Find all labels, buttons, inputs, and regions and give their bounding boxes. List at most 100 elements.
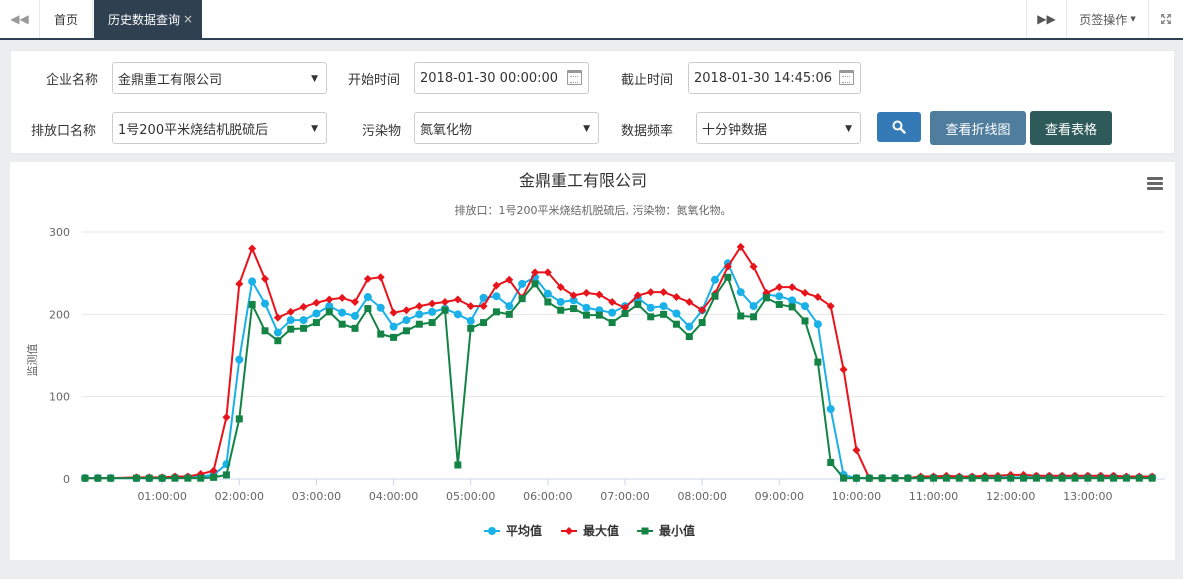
data-point xyxy=(492,292,501,301)
data-point xyxy=(570,305,578,313)
data-point xyxy=(711,292,719,300)
tab-home[interactable]: 首页 xyxy=(40,0,93,38)
data-point xyxy=(813,320,822,329)
data-point xyxy=(1020,474,1028,482)
data-point xyxy=(300,324,308,332)
x-axis-ticks: 01:00:00 02:00:00 03:00:00 04:00:00 05:00:00… xyxy=(137,479,1113,503)
close-icon[interactable]: × xyxy=(183,12,193,26)
data-point xyxy=(1148,474,1156,482)
data-point xyxy=(1084,474,1092,482)
data-point xyxy=(480,319,488,327)
data-point xyxy=(453,295,462,304)
data-point xyxy=(917,474,925,482)
data-point xyxy=(235,415,243,423)
outlet-label: 排放口名称 xyxy=(31,124,97,139)
data-point xyxy=(299,316,308,325)
data-point xyxy=(287,325,295,333)
data-point xyxy=(467,324,475,332)
data-point xyxy=(377,330,385,338)
data-point xyxy=(801,302,809,311)
data-point xyxy=(184,474,192,482)
view-line-chart-label: 查看折线图 xyxy=(945,122,1011,138)
data-point xyxy=(338,293,347,302)
data-point xyxy=(428,319,436,327)
data-point xyxy=(826,405,835,414)
x-tick-label: 10:00:00 xyxy=(832,490,881,503)
data-point xyxy=(660,310,668,318)
data-point xyxy=(1045,474,1053,482)
x-tick-label: 07:00:00 xyxy=(600,490,649,503)
scroll-tabs-right-button[interactable]: ▶▶ xyxy=(1026,0,1066,38)
data-point xyxy=(492,308,500,316)
data-point xyxy=(736,288,745,297)
data-point xyxy=(453,310,462,319)
data-point xyxy=(968,474,976,482)
calendar-icon[interactable] xyxy=(839,70,854,85)
legend-label: 平均值 xyxy=(506,523,542,538)
view-table-button[interactable]: 查看表格 xyxy=(1030,111,1112,145)
caret-down-icon: ▼ xyxy=(583,124,590,134)
pollutant-select[interactable]: 氮氧化物 ▼ xyxy=(414,112,599,144)
data-point xyxy=(981,474,989,482)
chart-subtitle: 排放口：1号200平米烧结机脱硫后, 污染物：氮氧化物。 xyxy=(455,203,732,217)
fullscreen-button[interactable] xyxy=(1148,0,1183,38)
data-point xyxy=(261,299,269,308)
data-point xyxy=(364,305,372,313)
data-point xyxy=(942,474,950,482)
double-left-icon: ◀◀ xyxy=(10,12,29,26)
data-point xyxy=(608,308,617,317)
data-point xyxy=(312,309,321,318)
data-point xyxy=(235,279,244,288)
tab-history-query[interactable]: 历史数据查询 × xyxy=(94,0,202,38)
data-point xyxy=(454,461,462,469)
legend: 平均值 最大值 最小值 xyxy=(484,523,695,538)
data-point xyxy=(672,293,681,302)
y-tick-label: 100 xyxy=(49,391,70,404)
search-button[interactable] xyxy=(877,112,921,142)
data-point xyxy=(505,302,514,311)
x-tick-label: 02:00:00 xyxy=(215,490,264,503)
end-time-input[interactable]: 2018-01-30 14:45:06 xyxy=(688,62,861,94)
data-point xyxy=(81,474,89,482)
data-point xyxy=(904,474,912,482)
data-point xyxy=(466,316,475,325)
data-point xyxy=(376,273,385,282)
data-point xyxy=(441,306,449,314)
data-point xyxy=(171,474,179,482)
x-tick-label: 12:00:00 xyxy=(986,490,1035,503)
series-最大值 xyxy=(81,242,1157,483)
company-label: 企业名称 xyxy=(46,73,99,88)
view-line-chart-button[interactable]: 查看折线图 xyxy=(930,111,1026,145)
company-select[interactable]: 金鼎重工有限公司 ▼ xyxy=(112,62,327,94)
x-tick-label: 06:00:00 xyxy=(523,490,572,503)
start-time-input[interactable]: 2018-01-30 00:00:00 xyxy=(414,62,589,94)
data-point xyxy=(351,324,359,332)
y-axis-title: 监测值 xyxy=(26,344,39,377)
y-tick-label: 0 xyxy=(63,473,70,486)
end-time-value: 2018-01-30 14:45:06 xyxy=(694,70,833,86)
caret-down-icon: ▼ xyxy=(1130,15,1136,23)
calendar-icon[interactable] xyxy=(567,70,582,85)
scroll-tabs-left-button[interactable]: ◀◀ xyxy=(0,0,40,38)
tab-home-label: 首页 xyxy=(53,12,78,27)
data-point xyxy=(338,320,346,328)
data-point xyxy=(891,474,899,482)
data-point xyxy=(1058,474,1066,482)
data-point xyxy=(788,283,797,292)
tab-operations-dropdown[interactable]: 页签操作 ▼ xyxy=(1066,0,1148,38)
frequency-select[interactable]: 十分钟数据 ▼ xyxy=(696,112,861,144)
data-point xyxy=(197,474,205,482)
data-point xyxy=(145,474,153,482)
data-point xyxy=(389,322,398,331)
outlet-select[interactable]: 1号200平米烧结机脱硫后 ▼ xyxy=(112,112,327,144)
view-table-label: 查看表格 xyxy=(1044,122,1097,138)
data-point xyxy=(621,310,629,318)
filter-panel: 企业名称 金鼎重工有限公司 ▼ 开始时间 2018-01-30 00:00:00… xyxy=(10,50,1175,154)
data-point xyxy=(261,274,269,283)
data-point xyxy=(1032,474,1040,482)
data-point xyxy=(685,322,694,331)
pollutant-label: 污染物 xyxy=(362,124,402,139)
data-point xyxy=(338,308,347,317)
data-point xyxy=(852,474,860,482)
data-point xyxy=(299,302,308,311)
